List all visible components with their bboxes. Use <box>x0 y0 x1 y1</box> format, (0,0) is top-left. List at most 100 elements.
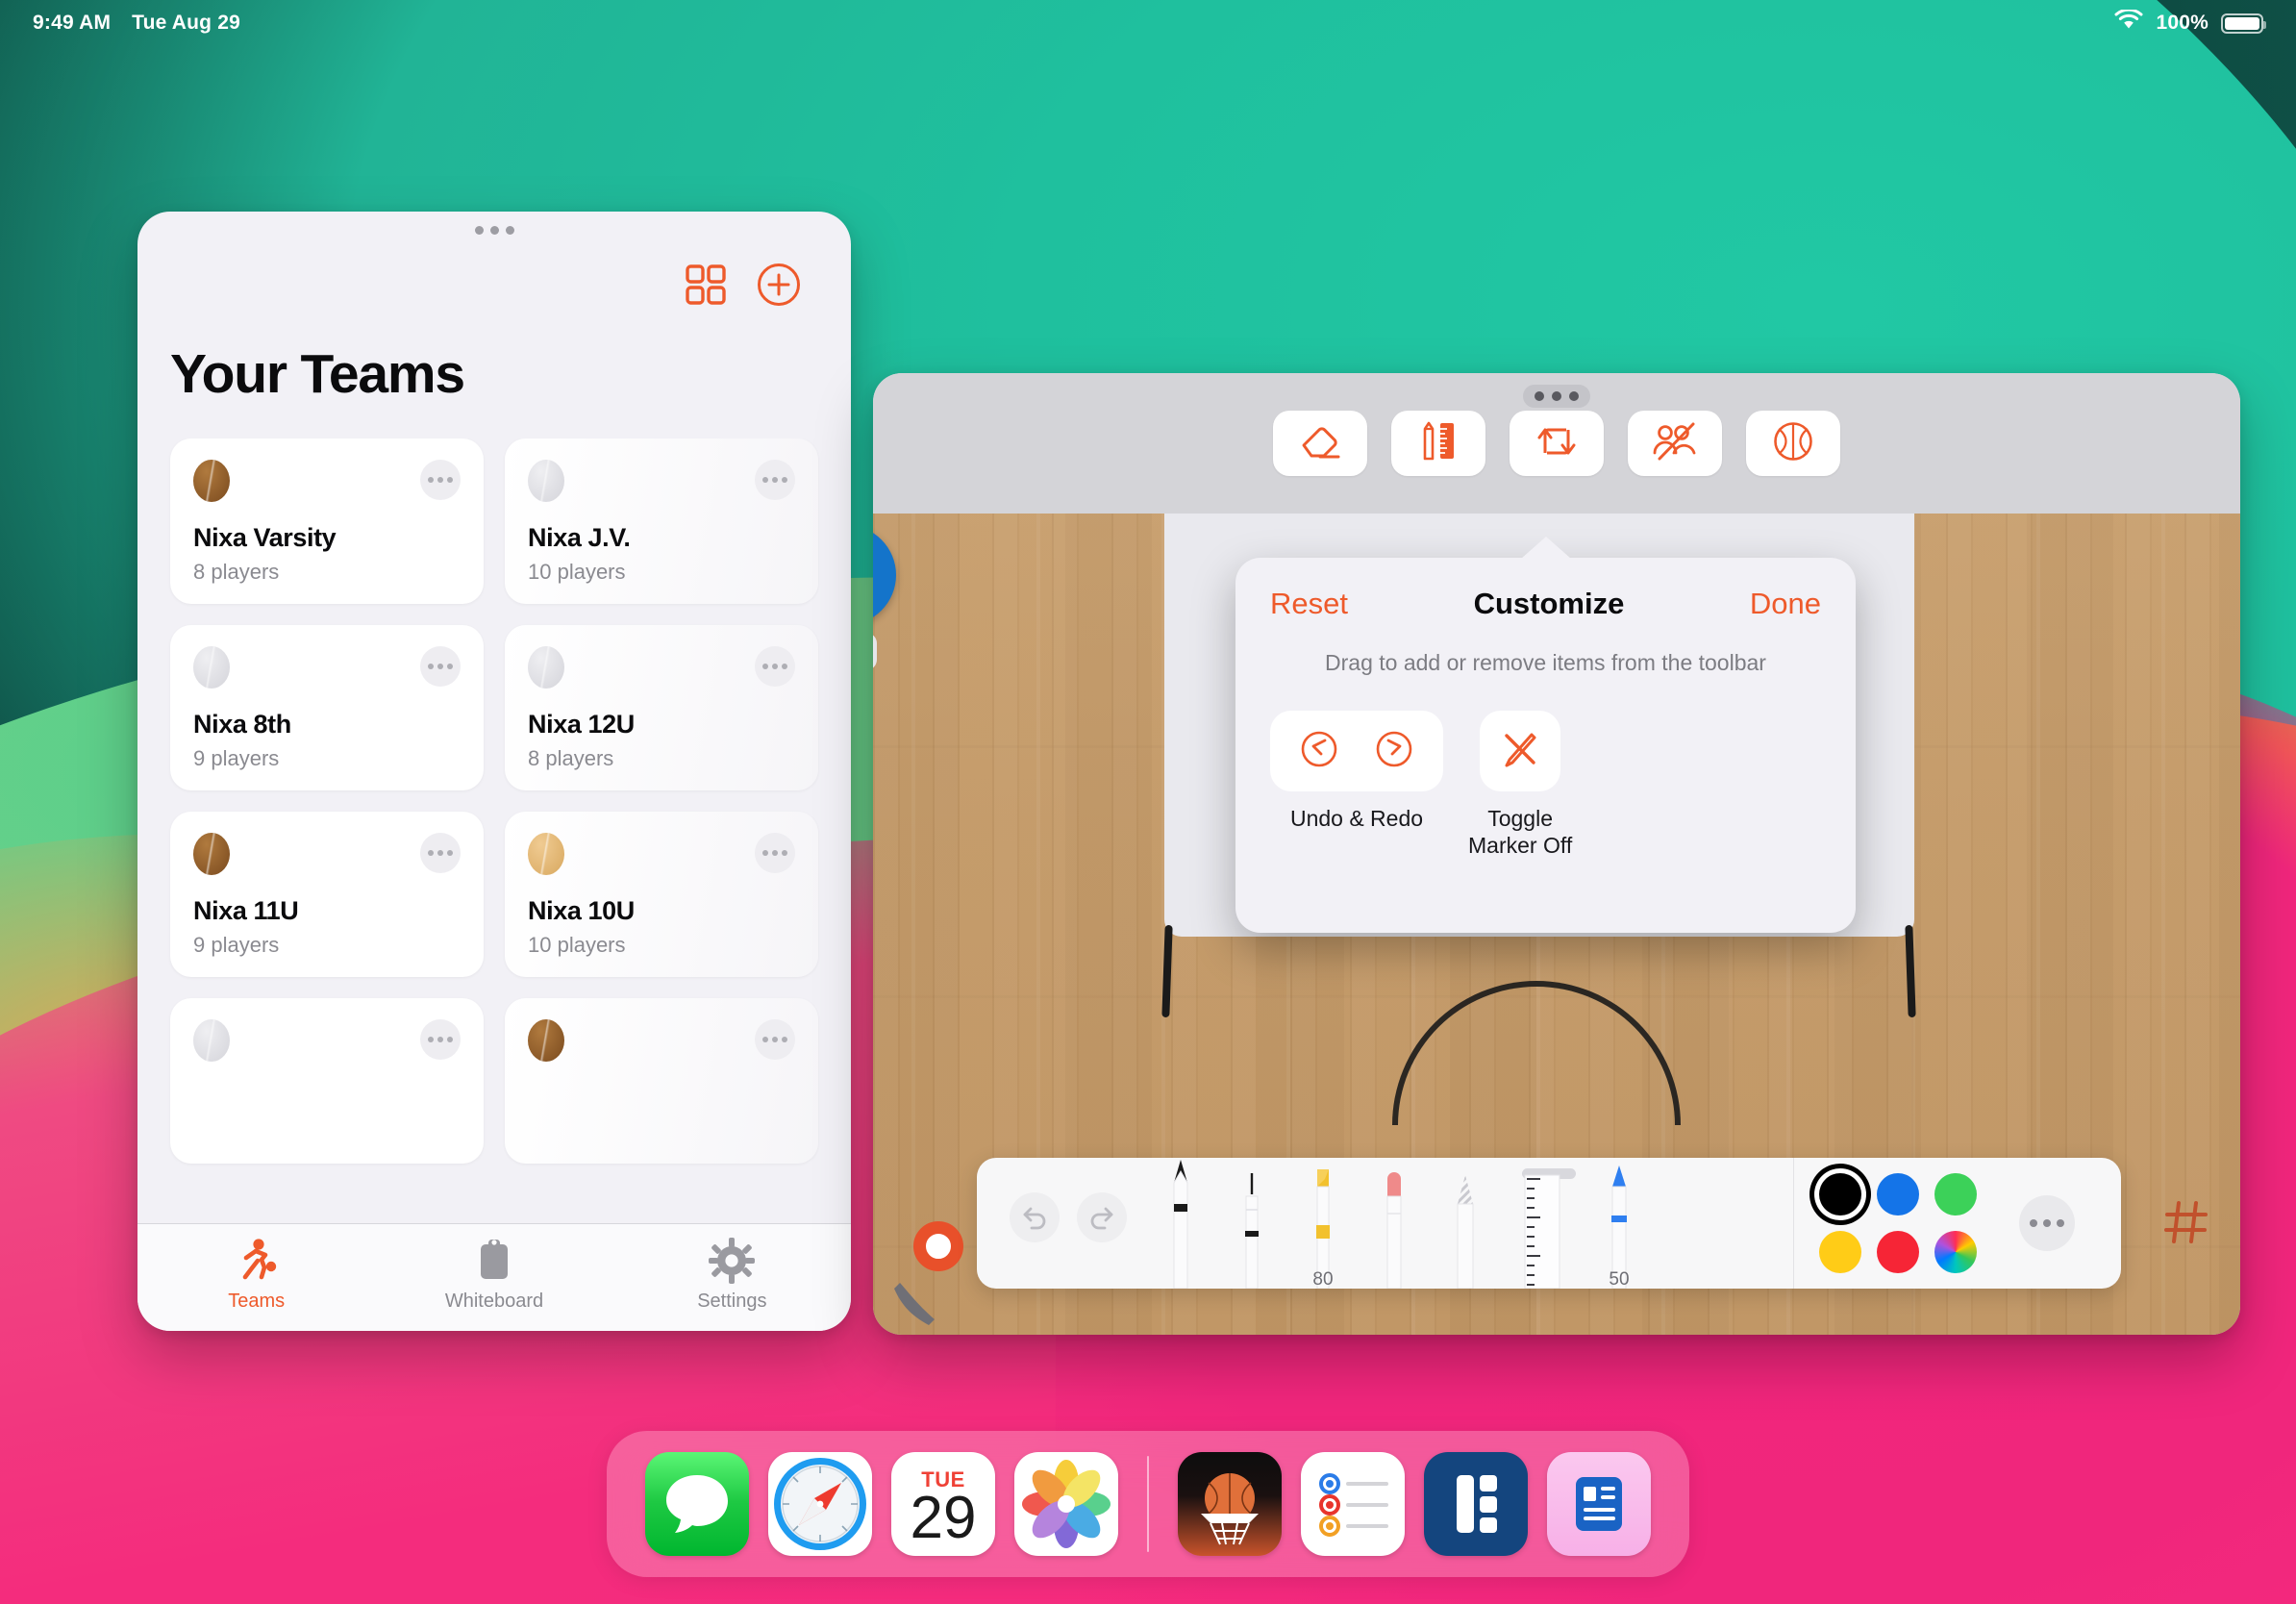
team-name: Nixa Varsity <box>193 523 337 552</box>
dock: TUE 29 <box>607 1431 1689 1577</box>
tab-settings[interactable]: Settings <box>613 1238 851 1313</box>
team-card[interactable] <box>170 998 484 1164</box>
ruler-tool[interactable] <box>1515 1171 1569 1289</box>
redo-circle-icon <box>1373 728 1415 775</box>
markup-palette[interactable]: 80 50 <box>977 1158 2121 1289</box>
redo-icon[interactable] <box>1077 1192 1127 1242</box>
color-swatch-green[interactable] <box>1934 1173 1977 1216</box>
pencil-tool[interactable] <box>1444 1171 1486 1289</box>
reset-button[interactable]: Reset <box>1270 587 1348 621</box>
dock-app-news[interactable] <box>1547 1452 1651 1556</box>
dock-divider <box>1147 1456 1149 1552</box>
customize-item-list: Undo & Redo Toggle Marker Off <box>1270 711 1821 859</box>
eraser-tool[interactable] <box>1273 411 1367 476</box>
loop-arrows-icon <box>1535 420 1578 467</box>
draw-tool[interactable] <box>1391 411 1485 476</box>
color-swatch-red[interactable] <box>1877 1231 1919 1273</box>
ellipsis-icon[interactable] <box>755 833 795 873</box>
highlighter-tool[interactable]: 80 <box>1302 1165 1344 1289</box>
record-button[interactable] <box>913 1221 963 1271</box>
ellipsis-icon[interactable] <box>755 460 795 500</box>
pen-tool[interactable] <box>1160 1158 1202 1289</box>
toggle-players-tool[interactable] <box>1628 411 1722 476</box>
undo-icon[interactable] <box>1010 1192 1060 1242</box>
replay-tool[interactable] <box>1510 411 1604 476</box>
done-button[interactable]: Done <box>1750 587 1821 621</box>
plus-circle-icon[interactable] <box>757 263 801 307</box>
team-name: Nixa J.V. <box>528 523 631 552</box>
color-swatch-black[interactable] <box>1819 1173 1861 1216</box>
status-date: Tue Aug 29 <box>132 12 241 34</box>
teams-toolbar <box>137 248 851 315</box>
dock-app-reminders[interactable] <box>1301 1452 1405 1556</box>
team-avatar-ball <box>528 646 564 689</box>
ellipsis-icon[interactable] <box>755 646 795 687</box>
phone-icon[interactable] <box>890 1277 940 1327</box>
teams-grid: Nixa Varsity 8 players Nixa J.V. 10 play… <box>170 439 818 1164</box>
ellipsis-icon[interactable] <box>2019 1195 2075 1251</box>
team-player-count: 8 players <box>193 560 280 584</box>
teams-tab-bar: Teams Whiteboard Settings <box>137 1223 851 1331</box>
team-card[interactable]: Nixa J.V. 10 players <box>505 439 818 604</box>
dock-app-photos[interactable] <box>1014 1452 1118 1556</box>
team-avatar-ball <box>528 1019 564 1062</box>
color-swatch-custom[interactable] <box>1934 1231 1977 1273</box>
team-avatar-ball <box>193 646 230 689</box>
ellipsis-icon[interactable] <box>420 833 461 873</box>
team-avatar-ball <box>528 460 564 502</box>
ellipsis-icon[interactable] <box>420 1019 461 1060</box>
ellipsis-icon[interactable] <box>420 460 461 500</box>
team-card[interactable] <box>505 998 818 1164</box>
dock-app-notes[interactable] <box>1424 1452 1528 1556</box>
ellipsis-icon[interactable] <box>420 646 461 687</box>
dock-app-safari[interactable] <box>768 1452 872 1556</box>
hide-players-icon <box>1651 422 1699 465</box>
color-swatch-blue[interactable] <box>1877 1173 1919 1216</box>
hash-grid-icon[interactable] <box>2161 1197 2211 1252</box>
teams-app-window[interactable]: Your Teams Nixa Varsity 8 players Nixa J… <box>137 212 851 1331</box>
toggle-marker-tile[interactable] <box>1480 711 1561 791</box>
customize-header: Reset Customize Done <box>1270 587 1821 621</box>
gear-icon <box>709 1238 756 1284</box>
team-name: Nixa 12U <box>528 710 635 739</box>
customize-item-undo-redo[interactable]: Undo & Redo <box>1270 711 1443 859</box>
marker-tool[interactable]: 50 <box>1598 1162 1640 1289</box>
tab-teams[interactable]: Teams <box>137 1238 375 1313</box>
tab-whiteboard[interactable]: Whiteboard <box>375 1238 612 1313</box>
window-grabber[interactable] <box>1523 385 1590 408</box>
undo-redo-tile[interactable] <box>1270 711 1443 791</box>
undo-circle-icon <box>1298 728 1340 775</box>
ellipsis-icon[interactable] <box>755 1019 795 1060</box>
dock-app-hoops[interactable] <box>1178 1452 1282 1556</box>
team-card[interactable]: Nixa 8th 9 players <box>170 625 484 790</box>
tool-size-label: 80 <box>1312 1269 1334 1289</box>
teams-scroll-area[interactable]: Nixa Varsity 8 players Nixa J.V. 10 play… <box>137 439 851 1223</box>
team-card[interactable]: Nixa 11U 9 players <box>170 812 484 977</box>
dock-app-messages[interactable] <box>645 1452 749 1556</box>
battery-full-icon <box>2221 13 2266 34</box>
fineliner-tool[interactable] <box>1231 1171 1273 1289</box>
tab-label: Whiteboard <box>444 1291 544 1312</box>
crayon-tool[interactable] <box>1373 1169 1415 1289</box>
customize-item-toggle-marker[interactable]: Toggle Marker Off <box>1468 711 1572 859</box>
team-card[interactable]: Nixa 10U 10 players <box>505 812 818 977</box>
color-swatch-yellow[interactable] <box>1819 1231 1861 1273</box>
team-card[interactable]: Nixa Varsity 8 players <box>170 439 484 604</box>
markup-tool-row: 80 50 <box>1146 1158 1640 1289</box>
team-card[interactable]: Nixa 12U 8 players <box>505 625 818 790</box>
customize-toolbar-popover[interactable]: Reset Customize Done Drag to add or remo… <box>1235 558 1856 933</box>
status-bar: 9:49 AM Tue Aug 29 100% <box>0 0 2296 46</box>
team-player-count: 9 players <box>193 933 280 957</box>
wifi-icon <box>2114 8 2143 37</box>
customize-item-label: Undo & Redo <box>1289 806 1424 831</box>
team-player-count: 8 players <box>528 746 614 770</box>
dock-app-calendar[interactable]: TUE 29 <box>891 1452 995 1556</box>
grid-view-icon[interactable] <box>686 264 726 305</box>
team-avatar-ball <box>528 833 564 875</box>
ball-tool[interactable] <box>1746 411 1840 476</box>
clipboard-icon <box>472 1238 516 1284</box>
team-player-count: 10 players <box>528 560 626 584</box>
window-grabber[interactable] <box>137 212 851 248</box>
popover-title: Customize <box>1473 587 1625 620</box>
page-title: Your Teams <box>170 343 465 405</box>
